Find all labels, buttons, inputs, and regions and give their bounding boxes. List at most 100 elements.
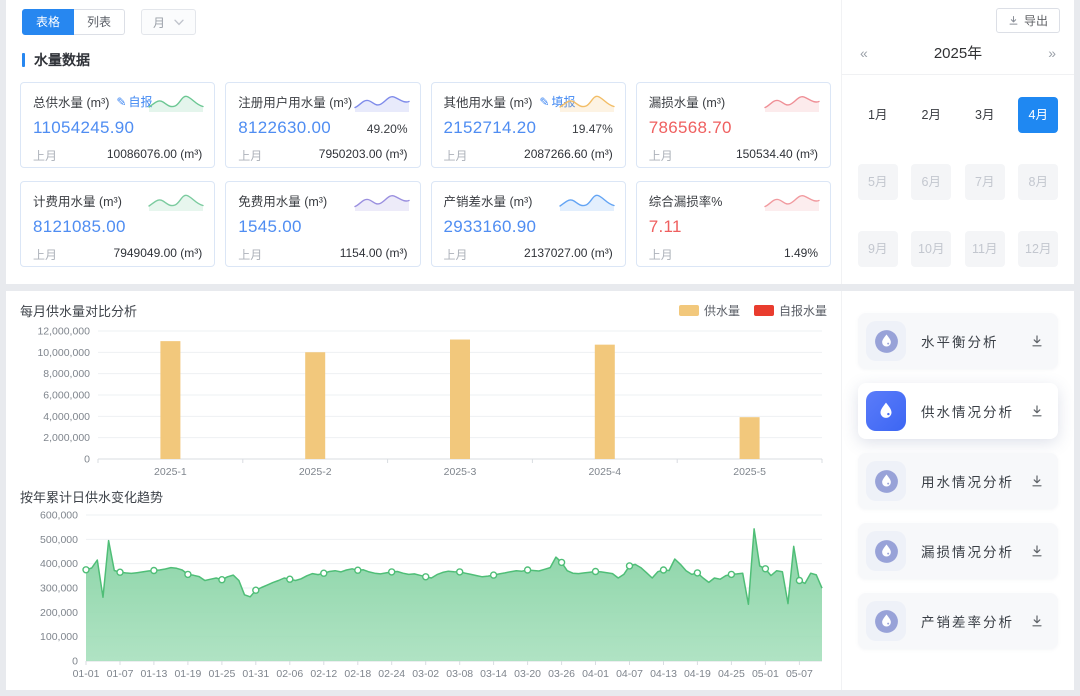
card-value: 786568.70 xyxy=(649,118,732,138)
svg-text:02-06: 02-06 xyxy=(276,668,303,680)
stat-card: 综合漏损率% 7.11 上月 1.49% xyxy=(636,181,831,267)
month-cell[interactable]: 4月 xyxy=(1018,97,1058,133)
svg-text:02-24: 02-24 xyxy=(378,668,405,680)
svg-text:03-14: 03-14 xyxy=(480,668,507,680)
analysis-item[interactable]: 水平衡分析 xyxy=(858,313,1058,369)
svg-text:04-19: 04-19 xyxy=(684,668,711,680)
bar-chart-title: 每月供水量对比分析 xyxy=(20,301,137,320)
prev-month-label: 上月 xyxy=(33,246,57,263)
legend-swatch xyxy=(679,305,699,316)
prev-month-value: 10086076.00 (m³) xyxy=(107,147,202,164)
svg-text:04-07: 04-07 xyxy=(616,668,643,680)
svg-text:03-26: 03-26 xyxy=(548,668,575,680)
legend-swatch xyxy=(754,305,774,316)
prev-month-label: 上月 xyxy=(649,147,673,164)
analysis-item[interactable]: 漏损情况分析 xyxy=(858,523,1058,579)
svg-text:01-13: 01-13 xyxy=(140,668,167,680)
svg-text:01-07: 01-07 xyxy=(107,668,134,680)
stat-card: 注册用户用水量 (m³) 8122630.00 49.20% 上月 795020… xyxy=(225,82,420,168)
card-title: 综合漏损率% xyxy=(649,191,723,210)
svg-text:2025-1: 2025-1 xyxy=(154,466,187,478)
card-value: 2152714.20 xyxy=(444,118,537,138)
svg-text:2,000,000: 2,000,000 xyxy=(43,432,90,444)
sparkline-chart xyxy=(353,90,411,117)
prev-month-value: 150534.40 (m³) xyxy=(736,147,818,164)
card-title: 漏损水量 (m³) xyxy=(649,92,725,111)
svg-text:05-07: 05-07 xyxy=(786,668,813,680)
prev-month-value: 2087266.60 (m³) xyxy=(524,147,613,164)
download-icon[interactable] xyxy=(1030,404,1044,418)
stat-card: 其他用水量 (m³) ✎填报 2152714.20 19.47% 上月 2087… xyxy=(431,82,626,168)
legend-item[interactable]: 自报水量 xyxy=(754,302,827,319)
card-title: 产销差水量 (m³) xyxy=(444,191,533,210)
tab-table[interactable]: 表格 xyxy=(22,9,74,35)
download-icon[interactable] xyxy=(1030,614,1044,628)
svg-text:04-25: 04-25 xyxy=(718,668,745,680)
svg-text:0: 0 xyxy=(72,656,78,668)
month-cell: 10月 xyxy=(911,231,951,267)
card-value: 7.11 xyxy=(649,217,682,237)
sparkline-chart xyxy=(558,90,616,117)
charts-panel: 每月供水量对比分析 供水量自报水量 02,000,0004,000,0006,0… xyxy=(6,291,1074,690)
prev-month-value: 7949049.00 (m³) xyxy=(114,246,203,263)
area-chart-title: 按年累计日供水变化趋势 xyxy=(20,487,163,506)
download-icon[interactable] xyxy=(1030,544,1044,558)
month-cell: 12月 xyxy=(1018,231,1058,267)
next-year-button[interactable]: » xyxy=(1048,45,1056,61)
water-drop-icon xyxy=(873,608,900,635)
export-label: 导出 xyxy=(1024,12,1048,29)
month-cell[interactable]: 2月 xyxy=(911,97,951,133)
svg-text:02-18: 02-18 xyxy=(344,668,371,680)
download-icon xyxy=(1008,15,1019,26)
prev-month-label: 上月 xyxy=(238,246,262,263)
daily-supply-area-chart: 0100,000200,000300,000400,000500,000600,… xyxy=(18,507,838,683)
analysis-item[interactable]: 供水情况分析 xyxy=(858,383,1058,439)
prev-year-button[interactable]: « xyxy=(860,45,868,61)
svg-text:100,000: 100,000 xyxy=(40,631,78,643)
stat-card: 漏损水量 (m³) 786568.70 上月 150534.40 (m³) xyxy=(636,82,831,168)
svg-text:500,000: 500,000 xyxy=(40,534,78,546)
prev-month-label: 上月 xyxy=(444,246,468,263)
month-grid: 1月2月3月4月5月6月7月8月9月10月11月12月 xyxy=(856,75,1060,267)
month-cell: 7月 xyxy=(965,164,1005,200)
analysis-label: 产销差率分析 xyxy=(921,611,1030,631)
export-button[interactable]: 导出 xyxy=(996,8,1060,33)
analysis-item[interactable]: 用水情况分析 xyxy=(858,453,1058,509)
tab-list[interactable]: 列表 xyxy=(74,9,125,35)
analysis-label: 用水情况分析 xyxy=(921,471,1030,491)
month-cell[interactable]: 1月 xyxy=(858,97,898,133)
svg-text:01-25: 01-25 xyxy=(208,668,235,680)
svg-text:4,000,000: 4,000,000 xyxy=(43,411,90,423)
legend-item[interactable]: 供水量 xyxy=(679,302,740,319)
svg-text:03-08: 03-08 xyxy=(446,668,473,680)
calendar-header: « 2025年 » xyxy=(856,33,1060,74)
toolbar: 表格 列表 月 xyxy=(6,0,841,38)
svg-text:05-01: 05-01 xyxy=(752,668,779,680)
svg-text:01-19: 01-19 xyxy=(174,668,201,680)
water-drop-icon xyxy=(875,400,897,422)
charts-column: 每月供水量对比分析 供水量自报水量 02,000,0004,000,0006,0… xyxy=(6,291,841,690)
panel-gap xyxy=(6,284,1074,291)
granularity-select[interactable]: 月 xyxy=(141,9,196,35)
download-icon[interactable] xyxy=(1030,334,1044,348)
area-chart-header: 按年累计日供水变化趋势 xyxy=(18,483,841,507)
sparkline-chart xyxy=(763,189,821,216)
legend-label: 自报水量 xyxy=(779,302,827,319)
stat-card: 产销差水量 (m³) 2933160.90 上月 2137027.00 (m³) xyxy=(431,181,626,267)
analysis-item[interactable]: 产销差率分析 xyxy=(858,593,1058,649)
analysis-icon-box xyxy=(866,391,906,431)
prev-month-value: 1154.00 (m³) xyxy=(340,246,408,263)
export-row: 导出 xyxy=(856,8,1060,33)
download-icon[interactable] xyxy=(1030,474,1044,488)
svg-text:01-01: 01-01 xyxy=(73,668,100,680)
analysis-label: 漏损情况分析 xyxy=(921,541,1030,561)
analysis-icon-box xyxy=(866,461,906,501)
month-cell: 8月 xyxy=(1018,164,1058,200)
svg-text:2025-5: 2025-5 xyxy=(733,466,766,478)
view-switch: 表格 列表 xyxy=(22,9,125,35)
water-drop-icon xyxy=(873,328,900,355)
month-cell[interactable]: 3月 xyxy=(965,97,1005,133)
card-percent: 19.47% xyxy=(572,122,613,136)
stat-card: 总供水量 (m³) ✎自报 11054245.90 上月 10086076.00… xyxy=(20,82,215,168)
chevron-down-icon xyxy=(174,19,184,26)
